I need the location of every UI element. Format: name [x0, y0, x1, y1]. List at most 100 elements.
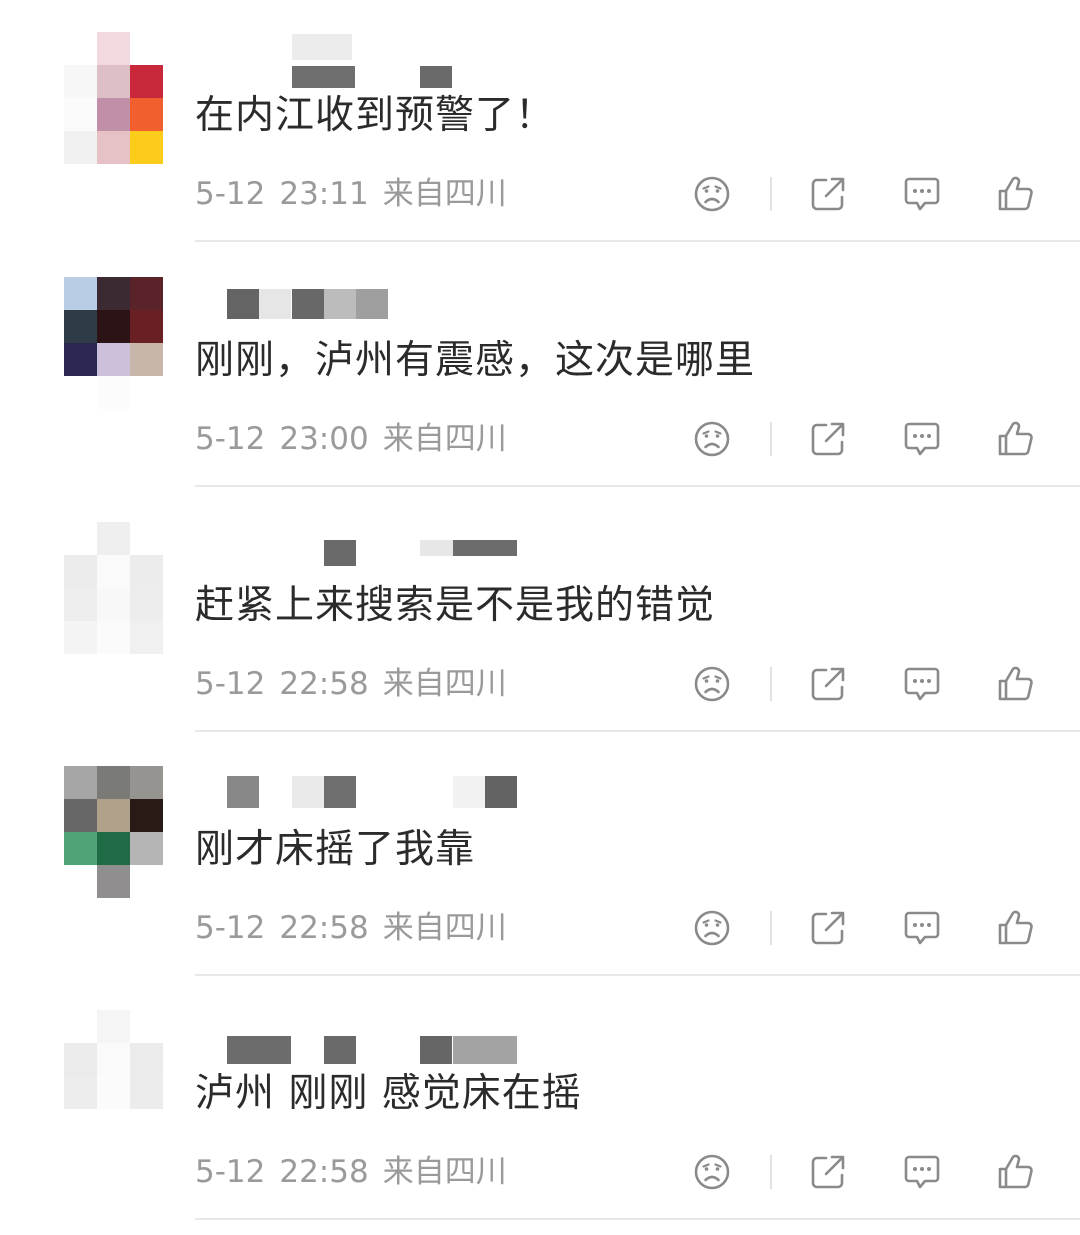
- comment-meta: 5-12 22:58 来自四川: [195, 906, 507, 950]
- username-mosaic-block: [356, 289, 388, 319]
- dislike-face-icon[interactable]: [688, 904, 736, 952]
- username-mosaic[interactable]: [195, 518, 535, 578]
- avatar-mosaic-cell: [97, 1109, 130, 1142]
- thumbs-up-icon[interactable]: [992, 904, 1040, 952]
- avatar-mosaic-cell: [64, 131, 97, 164]
- action-divider: [770, 422, 772, 456]
- username-mosaic[interactable]: [195, 273, 535, 333]
- thumbs-up-icon[interactable]: [992, 660, 1040, 708]
- avatar-mosaic-cell: [64, 65, 97, 98]
- thumbs-up-icon[interactable]: [992, 1148, 1040, 1196]
- share-icon[interactable]: [804, 415, 852, 463]
- comment-item: 刚才床摇了我靠 5-12 22:58 来自四川: [0, 734, 1080, 979]
- comment-icon[interactable]: [898, 1148, 946, 1196]
- comment-date: 5-12: [195, 666, 266, 702]
- avatar-mosaic-cell: [97, 32, 130, 65]
- avatar[interactable]: [64, 32, 163, 164]
- avatar-mosaic-cell: [64, 621, 97, 654]
- username-mosaic-block: [420, 540, 455, 556]
- avatar-mosaic-cell: [64, 1109, 97, 1142]
- avatar-mosaic-cell: [97, 766, 130, 799]
- avatar[interactable]: [64, 522, 163, 654]
- avatar-mosaic-cell: [64, 1076, 97, 1109]
- avatar[interactable]: [64, 277, 163, 409]
- avatar-mosaic-cell: [97, 522, 130, 555]
- comment-location: 来自四川: [382, 421, 507, 457]
- comment-time: 22:58: [279, 666, 369, 702]
- thumbs-up-icon[interactable]: [992, 170, 1040, 218]
- avatar-mosaic-cell: [130, 376, 163, 409]
- avatar[interactable]: [64, 1010, 163, 1142]
- avatar-mosaic-cell: [130, 1010, 163, 1043]
- avatar-mosaic-cell: [64, 277, 97, 310]
- comment-text: 泸州 刚刚 感觉床在摇: [195, 1071, 582, 1116]
- avatar-mosaic-cell: [130, 555, 163, 588]
- avatar-mosaic-cell: [130, 766, 163, 799]
- comment-text: 刚才床摇了我靠: [195, 827, 476, 872]
- username-mosaic[interactable]: [195, 1006, 535, 1066]
- comment-icon[interactable]: [898, 415, 946, 463]
- comment-divider: [195, 730, 1080, 732]
- username-mosaic-block: [420, 66, 452, 88]
- dislike-face-icon[interactable]: [688, 660, 736, 708]
- avatar-mosaic-cell: [64, 310, 97, 343]
- avatar-mosaic-cell: [64, 799, 97, 832]
- username-mosaic-block: [292, 289, 324, 319]
- comment-icon[interactable]: [898, 660, 946, 708]
- avatar-mosaic-cell: [130, 621, 163, 654]
- comment-meta: 5-12 22:58 来自四川: [195, 662, 507, 706]
- share-icon[interactable]: [804, 660, 852, 708]
- comment-date: 5-12: [195, 1154, 266, 1190]
- avatar-mosaic-cell: [97, 343, 130, 376]
- username-mosaic-block: [420, 1036, 452, 1064]
- avatar-mosaic-cell: [130, 310, 163, 343]
- avatar-mosaic-cell: [64, 1043, 97, 1076]
- comment-meta: 5-12 22:58 来自四川: [195, 1150, 507, 1194]
- action-divider: [770, 1155, 772, 1189]
- avatar-mosaic-cell: [130, 65, 163, 98]
- comment-item: 赶紧上来搜索是不是我的错觉 5-12 22:58 来自四川: [0, 490, 1080, 735]
- username-mosaic-block: [324, 540, 356, 566]
- avatar-mosaic-cell: [130, 1076, 163, 1109]
- comment-location: 来自四川: [382, 666, 507, 702]
- comment-date: 5-12: [195, 421, 266, 457]
- avatar-mosaic-cell: [130, 832, 163, 865]
- comment-divider: [195, 1218, 1080, 1220]
- avatar[interactable]: [64, 766, 163, 898]
- username-mosaic-block: [227, 289, 259, 319]
- share-icon[interactable]: [804, 904, 852, 952]
- dislike-face-icon[interactable]: [688, 1148, 736, 1196]
- comment-item: 刚刚，泸州有震感，这次是哪里 5-12 23:00 来自四川: [0, 245, 1080, 490]
- comment-time: 22:58: [279, 1154, 369, 1190]
- dislike-face-icon[interactable]: [688, 415, 736, 463]
- avatar-mosaic-cell: [97, 376, 130, 409]
- avatar-mosaic-cell: [97, 588, 130, 621]
- username-mosaic-block: [453, 1036, 517, 1064]
- username-mosaic-block: [292, 66, 355, 88]
- avatar-mosaic-cell: [97, 865, 130, 898]
- share-icon[interactable]: [804, 1148, 852, 1196]
- dislike-face-icon[interactable]: [688, 170, 736, 218]
- thumbs-up-icon[interactable]: [992, 415, 1040, 463]
- avatar-mosaic-cell: [64, 832, 97, 865]
- comment-divider: [195, 485, 1080, 487]
- comment-location: 来自四川: [382, 176, 507, 212]
- username-mosaic-block: [324, 289, 356, 319]
- username-mosaic[interactable]: [195, 28, 535, 88]
- username-mosaic-block: [485, 776, 517, 808]
- avatar-mosaic-cell: [97, 832, 130, 865]
- comment-date: 5-12: [195, 176, 266, 212]
- username-mosaic-block: [292, 776, 324, 808]
- avatar-mosaic-cell: [97, 131, 130, 164]
- comment-icon[interactable]: [898, 904, 946, 952]
- username-mosaic[interactable]: [195, 762, 535, 822]
- username-mosaic-block: [453, 540, 517, 556]
- comment-icon[interactable]: [898, 170, 946, 218]
- avatar-mosaic-cell: [97, 799, 130, 832]
- comment-meta: 5-12 23:00 来自四川: [195, 417, 507, 461]
- username-mosaic-block: [227, 1036, 291, 1064]
- username-mosaic-block: [292, 34, 352, 60]
- avatar-mosaic-cell: [130, 32, 163, 65]
- share-icon[interactable]: [804, 170, 852, 218]
- avatar-mosaic-cell: [130, 131, 163, 164]
